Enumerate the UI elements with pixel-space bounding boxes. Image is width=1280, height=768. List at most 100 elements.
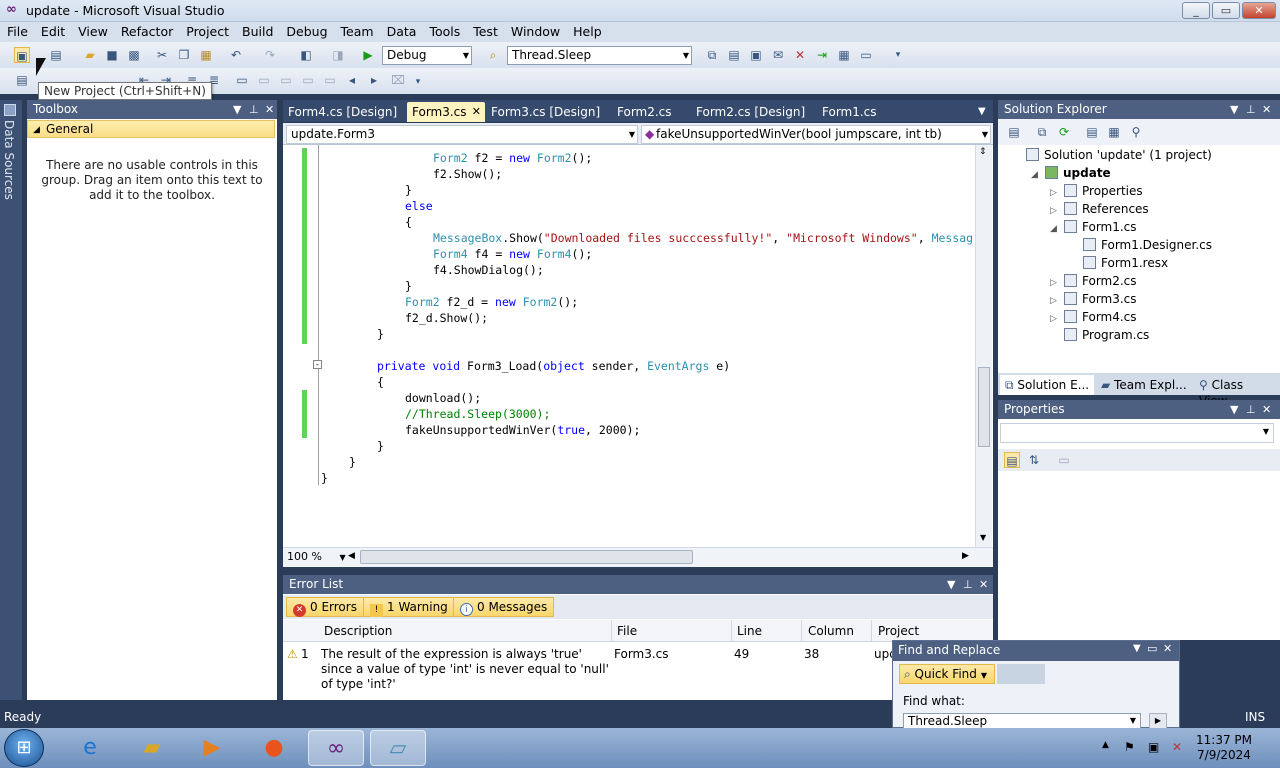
menu-project[interactable]: Project bbox=[179, 22, 235, 39]
restore-button[interactable]: ▭ bbox=[1212, 2, 1240, 19]
tree-item[interactable]: Form1.resx bbox=[1069, 254, 1168, 272]
refresh-icon[interactable]: ⟳ bbox=[1056, 124, 1072, 140]
save-all-icon[interactable]: ▩ bbox=[126, 47, 142, 63]
toggle-bookmark-icon[interactable]: ▭ bbox=[234, 72, 250, 88]
view-code-icon[interactable]: ▤ bbox=[1084, 124, 1100, 140]
menu-file[interactable]: File bbox=[0, 22, 34, 39]
vertical-scrollbar[interactable]: ⇕ ▼ bbox=[975, 145, 992, 547]
collapse-icon[interactable]: ◢ bbox=[1050, 220, 1064, 238]
network-icon[interactable]: ▣ bbox=[1148, 740, 1159, 754]
pin-icon[interactable]: ⊥ bbox=[1246, 402, 1256, 417]
close-icon[interactable]: ✕ bbox=[1163, 642, 1172, 655]
tab-form2-cs[interactable]: Form2.cs bbox=[612, 102, 677, 122]
toolbar-overflow-icon[interactable]: ▾ bbox=[890, 47, 906, 63]
properties-window-icon[interactable]: ▤ bbox=[726, 47, 742, 63]
close-icon[interactable]: ✕ bbox=[265, 102, 274, 117]
view-designer-icon[interactable]: ▦ bbox=[1106, 124, 1122, 140]
dropdown-icon[interactable]: ▼ bbox=[947, 577, 955, 592]
file-explorer-icon[interactable]: ▰ bbox=[124, 730, 180, 766]
class-select[interactable]: update.Form3 ▼ bbox=[286, 125, 638, 144]
tab-form3-design[interactable]: Form3.cs [Design] bbox=[486, 102, 605, 122]
tab-form3-cs[interactable]: Form3.cs ✕ bbox=[407, 102, 485, 122]
redo-icon[interactable]: ↷ bbox=[262, 47, 278, 63]
tab-solution-explorer[interactable]: ⧉ Solution E... bbox=[1000, 375, 1095, 395]
minimize-button[interactable]: _ bbox=[1182, 2, 1210, 19]
dropdown-icon[interactable]: ▼ bbox=[233, 102, 241, 117]
save-icon[interactable]: ■ bbox=[104, 47, 120, 63]
col-column[interactable]: Column bbox=[808, 624, 854, 638]
tree-item[interactable]: ▷ Form2.cs bbox=[1050, 272, 1137, 292]
clock[interactable]: 11:37 PM 7/9/2024 bbox=[1196, 733, 1252, 763]
tree-item[interactable]: ◢ update bbox=[1031, 164, 1111, 184]
scroll-right-icon[interactable]: ▶ bbox=[962, 551, 969, 561]
tree-item[interactable]: ▷ Form4.cs bbox=[1050, 308, 1137, 328]
properties-icon[interactable]: ▤ bbox=[1006, 124, 1022, 140]
col-project[interactable]: Project bbox=[878, 624, 919, 638]
next-bookmark-icon[interactable]: ▭ bbox=[278, 72, 294, 88]
open-folder-icon[interactable]: ▰ bbox=[82, 47, 98, 63]
start-button[interactable]: ⊞ bbox=[4, 729, 44, 767]
tree-item[interactable]: Form1.Designer.cs bbox=[1069, 236, 1212, 254]
navigate-backward-icon[interactable]: ◧ bbox=[298, 47, 314, 63]
visual-studio-taskbar-icon[interactable]: ∞ bbox=[308, 730, 364, 766]
vertical-scroll-thumb[interactable] bbox=[978, 367, 990, 447]
class-diagram-icon[interactable]: ⚲ bbox=[1128, 124, 1144, 140]
tab-team-explorer[interactable]: ▰ Team Expl... bbox=[1096, 375, 1192, 395]
warnings-filter-button[interactable]: ! 1 Warning bbox=[363, 597, 455, 617]
show-hidden-icons-icon[interactable]: ▲ bbox=[1102, 740, 1109, 750]
tree-item[interactable]: ▷ References bbox=[1050, 200, 1149, 220]
table-row[interactable]: ⚠ 1 The result of the expression is alwa… bbox=[283, 643, 993, 691]
scroll-down-icon[interactable]: ▼ bbox=[980, 533, 986, 542]
errors-filter-button[interactable]: ✕ 0 Errors bbox=[286, 597, 364, 617]
tree-item[interactable]: ◢ Form1.cs bbox=[1050, 218, 1137, 238]
toolbox-group-general[interactable]: ◢ General bbox=[27, 120, 275, 138]
app-taskbar-icon[interactable]: ▱ bbox=[370, 730, 426, 766]
categorized-icon[interactable]: ▤ bbox=[1004, 452, 1020, 468]
toolbar-overflow-icon[interactable]: ▾ bbox=[410, 74, 426, 90]
previous-bookmark-icon[interactable]: ▭ bbox=[256, 72, 272, 88]
close-tab-icon[interactable]: ✕ bbox=[472, 104, 481, 120]
new-project-icon[interactable]: ▣ bbox=[14, 47, 30, 63]
messages-filter-button[interactable]: i 0 Messages bbox=[453, 597, 555, 617]
dropdown-icon[interactable]: ▼ bbox=[1133, 643, 1141, 654]
maximize-icon[interactable]: ▭ bbox=[1147, 642, 1157, 655]
menu-data[interactable]: Data bbox=[380, 22, 423, 39]
menu-build[interactable]: Build bbox=[235, 22, 279, 39]
replace-mode-button[interactable] bbox=[997, 664, 1045, 684]
horizontal-scroll-thumb[interactable] bbox=[360, 550, 693, 564]
menu-window[interactable]: Window bbox=[504, 22, 566, 39]
pin-icon[interactable]: ⊥ bbox=[249, 102, 259, 117]
find-what-input[interactable]: Thread.Sleep ▼ bbox=[903, 713, 1141, 729]
start-debugging-icon[interactable]: ▶ bbox=[360, 47, 376, 63]
media-player-icon[interactable]: ▶ bbox=[184, 730, 240, 766]
property-pages-icon[interactable]: ▭ bbox=[1056, 452, 1072, 468]
close-button[interactable]: ✕ bbox=[1242, 2, 1276, 19]
volume-muted-icon[interactable]: ✕ bbox=[1172, 740, 1182, 754]
menu-test[interactable]: Test bbox=[466, 22, 504, 39]
col-file[interactable]: File bbox=[617, 624, 637, 638]
menu-tools[interactable]: Tools bbox=[422, 22, 466, 39]
dropdown-icon[interactable]: ▼ bbox=[1230, 402, 1238, 417]
previous-bookmark-folder-icon[interactable]: ▭ bbox=[300, 72, 316, 88]
menu-debug[interactable]: Debug bbox=[279, 22, 333, 39]
menu-help[interactable]: Help bbox=[566, 22, 608, 39]
paste-icon[interactable]: ▦ bbox=[198, 47, 214, 63]
tree-item[interactable]: Solution 'update' (1 project) bbox=[1012, 146, 1212, 164]
member-select[interactable]: ◆ fakeUnsupportedWinVer(bool jumpscare, i… bbox=[641, 125, 991, 144]
expression-builder-icon[interactable]: ▶ bbox=[1149, 713, 1167, 729]
tree-item[interactable]: ▷ Form3.cs bbox=[1050, 290, 1137, 310]
prev-bookmark-doc-icon[interactable]: ◂ bbox=[344, 72, 360, 88]
find-in-files-icon[interactable]: ⌕ bbox=[485, 47, 501, 63]
solution-explorer-icon[interactable]: ⧉ bbox=[704, 47, 720, 63]
command-window-icon[interactable]: ▭ bbox=[858, 47, 874, 63]
properties-object-select[interactable]: ▼ bbox=[1000, 423, 1274, 443]
clear-bookmarks-icon[interactable]: ⌧ bbox=[390, 72, 406, 88]
alphabetical-icon[interactable]: ⇅ bbox=[1026, 452, 1042, 468]
tab-list-icon[interactable]: ▼ bbox=[973, 102, 991, 122]
dropdown-icon[interactable]: ▼ bbox=[1230, 102, 1238, 117]
internet-explorer-icon[interactable]: e bbox=[62, 730, 118, 766]
menu-edit[interactable]: Edit bbox=[34, 22, 71, 39]
object-browser-icon[interactable]: ▣ bbox=[748, 47, 764, 63]
close-icon[interactable]: ✕ bbox=[979, 577, 988, 592]
zoom-level[interactable]: 100 % ▼ bbox=[287, 550, 346, 563]
